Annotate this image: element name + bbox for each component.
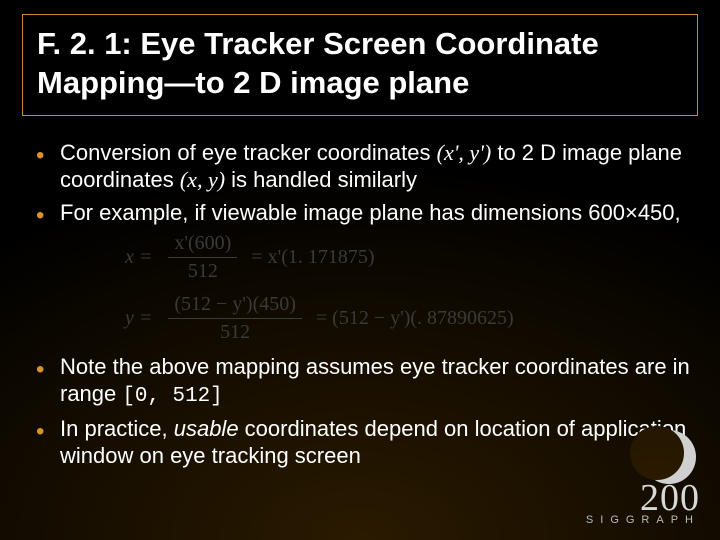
fraction: (512 − y')(450) 512 [168,293,302,344]
slide-body: Conversion of eye tracker coordinates (x… [30,140,694,475]
text: Conversion of eye tracker coordinates [60,140,437,165]
range-literal: [0, 512] [122,385,222,408]
eq-y-lhs: y = [125,307,152,330]
bullet-list-2: Note the above mapping assumes eye track… [30,354,694,469]
bullet-2: For example, if viewable image plane has… [30,200,694,227]
bullet-3: Note the above mapping assumes eye track… [30,354,694,409]
equations-block: x = x'(600) 512 = x'(1. 171875) y = (512… [125,232,694,344]
emph: usable [174,416,239,441]
slide: F. 2. 1: Eye Tracker Screen Coordinate M… [0,0,720,540]
footer-logo: 200 SIGGRAPH [586,476,700,526]
equation-y: y = (512 − y')(450) 512 = (512 − y')(. 8… [125,293,694,344]
text: is handled similarly [225,167,417,192]
text: In practice, [60,416,174,441]
text: For example, if viewable image plane has… [60,200,681,225]
eq-x-lhs: x = [125,246,152,269]
eq-y-rhs: = (512 − y')(. 87890625) [316,307,514,330]
bullet-1: Conversion of eye tracker coordinates (x… [30,140,694,194]
coord-xy: (x, y) [180,167,225,192]
numerator: (512 − y')(450) [168,293,302,319]
coord-xy-prime: (x', y') [437,140,492,165]
denominator: 512 [220,319,250,344]
denominator: 512 [188,258,218,283]
bullet-4: In practice, usable coordinates depend o… [30,416,694,470]
bullet-list: Conversion of eye tracker coordinates (x… [30,140,694,226]
numerator: x'(600) [168,232,237,258]
title-box: F. 2. 1: Eye Tracker Screen Coordinate M… [22,14,698,116]
logo-siggraph: SIGGRAPH [586,514,700,526]
eq-x-rhs: = x'(1. 171875) [251,246,374,269]
fraction: x'(600) 512 [168,232,237,283]
equation-x: x = x'(600) 512 = x'(1. 171875) [125,232,694,283]
slide-title: F. 2. 1: Eye Tracker Screen Coordinate M… [37,25,683,103]
